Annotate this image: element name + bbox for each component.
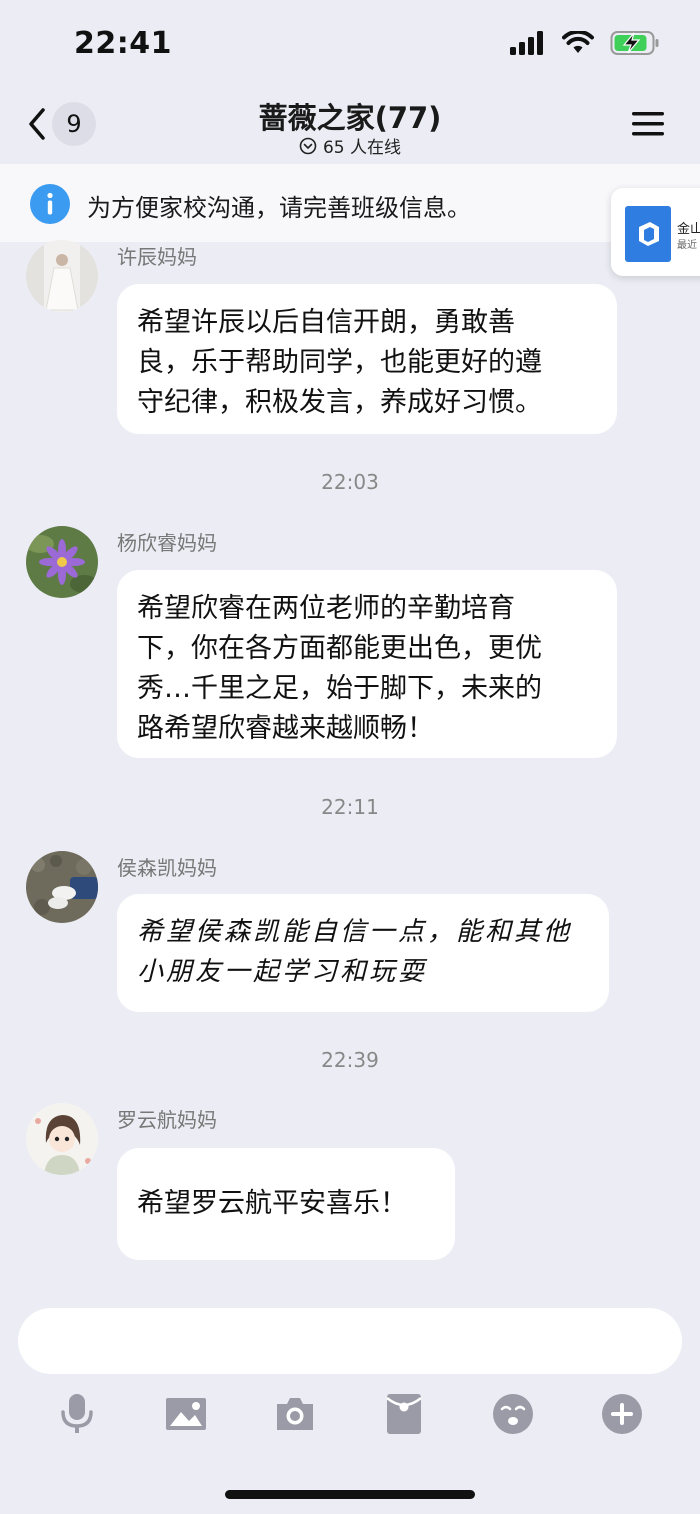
message-line: 希望许辰以后自信开朗，勇敢善 bbox=[137, 307, 515, 338]
image-icon[interactable] bbox=[164, 1392, 208, 1436]
message-line: 路希望欣睿越来越顺畅！ bbox=[137, 713, 434, 744]
avatar[interactable] bbox=[26, 526, 98, 598]
message-bubble[interactable]: 希望罗云航平安喜乐！ bbox=[117, 1148, 455, 1260]
message-bubble[interactable]: 希望欣睿在两位老师的辛勤培育 下，你在各方面都能更出色，更优 秀…千里之足，始于… bbox=[117, 570, 617, 758]
kingsoft-logo-icon bbox=[625, 206, 671, 262]
timestamp: 22:11 bbox=[321, 795, 379, 819]
menu-icon[interactable] bbox=[630, 108, 666, 140]
camera-icon[interactable] bbox=[273, 1392, 317, 1436]
red-packet-icon[interactable] bbox=[382, 1392, 426, 1436]
message-line: 下，你在各方面都能更出色，更优 bbox=[137, 633, 542, 664]
sender-name: 杨欣睿妈妈 bbox=[117, 531, 217, 555]
sender-name: 许辰妈妈 bbox=[117, 245, 197, 269]
message-input[interactable] bbox=[18, 1308, 682, 1374]
notice-banner[interactable]: 为方便家校沟通，请完善班级信息。 bbox=[0, 164, 700, 242]
notice-text: 为方便家校沟通，请完善班级信息。 bbox=[87, 194, 471, 222]
message-line: 守纪律，积极发言，养成好习惯。 bbox=[137, 387, 542, 418]
avatar-drawing-icon bbox=[26, 1103, 98, 1175]
microphone-icon[interactable] bbox=[55, 1392, 99, 1436]
battery-charging-icon bbox=[610, 31, 659, 55]
message-line: 希望侯森凯能自信一点，能和其他 bbox=[137, 917, 573, 947]
online-status[interactable]: 65 人在线 bbox=[0, 133, 700, 158]
message-line: 希望欣睿在两位老师的辛勤培育 bbox=[137, 593, 515, 624]
sender-name: 侯森凯妈妈 bbox=[117, 856, 217, 880]
info-icon bbox=[30, 184, 70, 224]
emoji-icon[interactable] bbox=[491, 1392, 535, 1436]
floating-app-card[interactable]: 金山 最近 bbox=[611, 188, 700, 276]
avatar[interactable] bbox=[26, 1103, 98, 1175]
avatar-photo-icon bbox=[26, 240, 98, 312]
plus-icon[interactable] bbox=[600, 1392, 644, 1436]
timestamp: 22:39 bbox=[321, 1048, 379, 1072]
message-line: 希望罗云航平安喜乐！ bbox=[137, 1188, 407, 1219]
status-time: 22:41 bbox=[74, 26, 172, 61]
message-line: 良，乐于帮助同学，也能更好的遵 bbox=[137, 347, 542, 378]
chat-toolbar bbox=[0, 1386, 700, 1440]
sender-name: 罗云航妈妈 bbox=[117, 1108, 217, 1132]
floating-card-title: 金山 bbox=[677, 222, 700, 237]
cellular-signal-icon bbox=[510, 31, 543, 55]
chat-title: 蔷薇之家(77) bbox=[258, 101, 442, 135]
wifi-icon bbox=[562, 31, 594, 53]
timestamp: 22:03 bbox=[321, 470, 379, 494]
status-icons bbox=[510, 30, 660, 56]
home-indicator bbox=[225, 1490, 475, 1499]
avatar[interactable] bbox=[26, 851, 98, 923]
avatar-flower-icon bbox=[26, 526, 98, 598]
chat-header: 9 蔷薇之家(77) 65 人在线 bbox=[0, 90, 700, 164]
floating-card-subtitle: 最近 bbox=[677, 240, 697, 251]
message-bubble[interactable]: 希望侯森凯能自信一点，能和其他 小朋友一起学习和玩耍 bbox=[117, 894, 609, 1012]
status-bar: 22:41 bbox=[0, 0, 700, 90]
message-line: 秀…千里之足，始于脚下，未来的 bbox=[137, 673, 542, 704]
avatar[interactable] bbox=[26, 240, 98, 312]
message-line: 小朋友一起学习和玩耍 bbox=[137, 957, 428, 987]
online-count: 65 人在线 bbox=[322, 138, 402, 158]
chevron-down-circle-icon bbox=[299, 137, 317, 154]
avatar-photo-icon bbox=[26, 851, 98, 923]
message-bubble[interactable]: 希望许辰以后自信开朗，勇敢善 良，乐于帮助同学，也能更好的遵 守纪律，积极发言，… bbox=[117, 284, 617, 434]
